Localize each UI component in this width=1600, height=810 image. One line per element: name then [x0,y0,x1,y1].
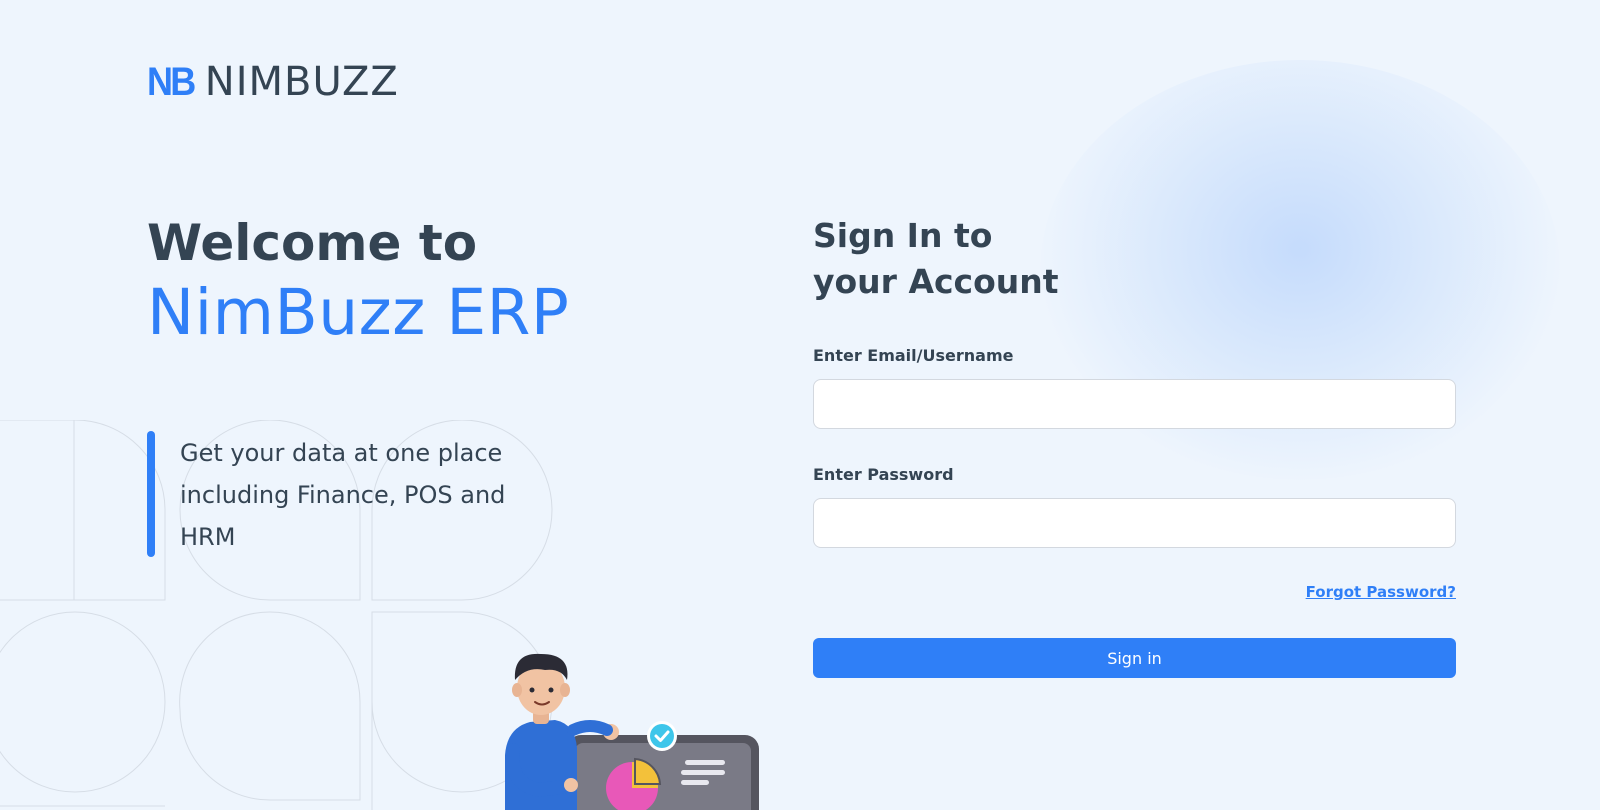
sign-in-title-line2: your Account [813,262,1059,301]
sign-in-button[interactable]: Sign in [813,638,1456,678]
product-heading: NimBuzz ERP [147,276,570,349]
forgot-password-link[interactable]: Forgot Password? [1306,583,1456,601]
logo-text: NIMBUZZ [204,59,399,105]
logo-mark: NB [147,60,196,104]
tagline-text: Get your data at one place including Fin… [180,439,506,551]
sign-in-title: Sign In to your Account [813,213,1456,305]
sign-in-title-line1: Sign In to [813,216,993,255]
password-input[interactable] [813,498,1456,548]
nimbuzz-logo: NB NIMBUZZ [147,60,399,104]
welcome-heading: Welcome to [147,214,478,272]
login-page: NB NIMBUZZ Welcome to NimBuzz ERP Get yo… [0,0,1600,810]
sign-in-form: Sign In to your Account Enter Email/User… [813,213,1456,678]
password-label: Enter Password [813,465,954,484]
person-presenting-dashboard-icon [505,653,759,810]
tagline-accent-bar [147,431,155,557]
email-label: Enter Email/Username [813,346,1014,365]
email-input[interactable] [813,379,1456,429]
